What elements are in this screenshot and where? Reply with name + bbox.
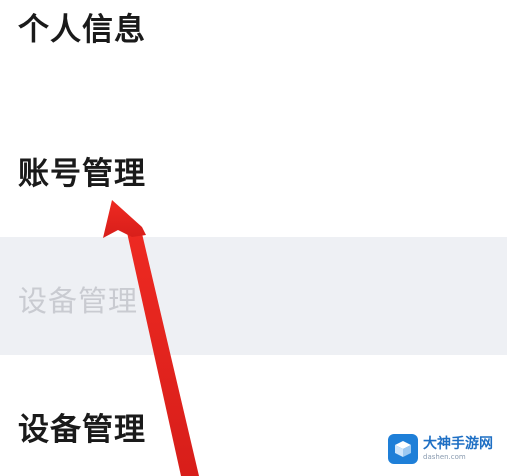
site-watermark: 大神手游网 dashen.com: [388, 434, 493, 464]
watermark-subtitle: dashen.com: [423, 453, 466, 461]
menu-item-label: 设备管理: [18, 411, 146, 448]
menu-item-label: 账号管理: [18, 155, 146, 192]
menu-item-label: 个人信息: [18, 12, 146, 48]
watermark-name: 大神手游网: [423, 436, 493, 452]
arrow-head: [103, 200, 146, 238]
cube-logo-icon: [388, 434, 418, 464]
menu-item-account-management[interactable]: 账号管理: [0, 140, 507, 200]
menu-item-device-management-pressed[interactable]: 设备管理: [0, 237, 507, 355]
menu-item-personal-info[interactable]: 个人信息: [0, 0, 507, 48]
menu-item-label: 设备管理: [18, 284, 139, 318]
